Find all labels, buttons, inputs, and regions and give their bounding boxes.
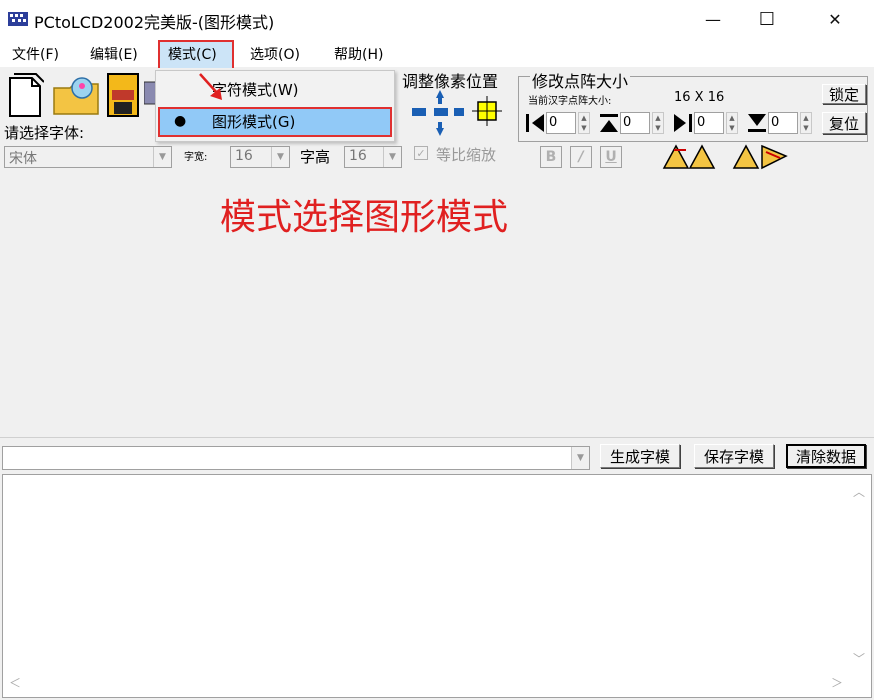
char-height-value: 16 bbox=[349, 148, 367, 164]
close-icon: ✕ bbox=[828, 9, 842, 29]
maximize-icon: ☐ bbox=[758, 8, 776, 30]
right-spin-arrows[interactable]: ▲ ▼ bbox=[726, 112, 738, 134]
save-output-button[interactable]: 保存字模 bbox=[694, 444, 774, 468]
menu-item-graphic-mode[interactable]: 图形模式(G) bbox=[212, 111, 295, 132]
window-title: PCtoLCD2002完美版-(图形模式) bbox=[34, 13, 275, 32]
font-select-value: 宋体 bbox=[9, 151, 37, 167]
font-select[interactable]: 宋体 ▼ bbox=[4, 146, 172, 168]
italic-button[interactable]: / bbox=[570, 146, 592, 168]
proportional-checkbox[interactable]: ✓ bbox=[414, 146, 428, 160]
output-select[interactable]: ▼ bbox=[2, 446, 590, 470]
rotate-icon[interactable] bbox=[662, 144, 716, 170]
bold-button[interactable]: B bbox=[540, 146, 562, 168]
char-width-value: 16 bbox=[235, 148, 253, 164]
shrink-top-icon bbox=[600, 114, 618, 132]
scroll-right-icon[interactable]: ＞ bbox=[831, 674, 843, 691]
char-width-label: 字宽: bbox=[184, 152, 208, 163]
clear-button[interactable]: 清除数据 bbox=[786, 444, 866, 468]
underline-button[interactable]: U bbox=[600, 146, 622, 168]
chevron-down-icon: ▼ bbox=[153, 147, 171, 167]
new-file-icon[interactable] bbox=[6, 72, 44, 118]
shrink-right-icon bbox=[674, 114, 692, 132]
pixel-arrows-icon[interactable] bbox=[410, 88, 502, 138]
title-bar: PCtoLCD2002完美版-(图形模式) — ☐ ✕ bbox=[0, 0, 874, 38]
char-height-label: 字高 bbox=[300, 148, 331, 166]
bottom-spin-arrows[interactable]: ▲ ▼ bbox=[800, 112, 812, 134]
scroll-up-icon[interactable]: ︿ bbox=[853, 483, 865, 500]
reset-button[interactable]: 复位 bbox=[822, 112, 866, 134]
open-folder-icon[interactable] bbox=[52, 72, 102, 118]
lock-button[interactable]: 锁定 bbox=[822, 84, 866, 104]
menu-options[interactable]: 选项(O) bbox=[250, 44, 300, 64]
select-font-label: 请选择字体: bbox=[4, 124, 85, 142]
app-icon bbox=[8, 12, 28, 26]
top-spin-arrows[interactable]: ▲ ▼ bbox=[652, 112, 664, 134]
current-size-value: 16 X 16 bbox=[674, 90, 725, 105]
shrink-left-icon bbox=[526, 114, 544, 132]
chevron-down-icon: ▼ bbox=[271, 147, 289, 167]
menu-edit[interactable]: 编辑(E) bbox=[90, 44, 138, 64]
close-button[interactable]: ✕ bbox=[812, 0, 858, 38]
minimize-icon: — bbox=[705, 9, 721, 29]
scroll-down-icon[interactable]: ﹀ bbox=[853, 650, 865, 667]
scroll-left-icon[interactable]: ＜ bbox=[9, 674, 21, 691]
dot-matrix-label: 修改点阵大小 bbox=[530, 68, 631, 92]
flip-icon[interactable] bbox=[732, 144, 788, 170]
left-spin-input[interactable]: 0 bbox=[546, 112, 576, 134]
bullet-icon: ● bbox=[174, 113, 187, 129]
menu-file[interactable]: 文件(F) bbox=[12, 44, 59, 64]
output-textarea[interactable]: ︿ ﹀ ＜ ＞ bbox=[2, 474, 872, 698]
bottom-spin-input[interactable]: 0 bbox=[768, 112, 798, 134]
minimize-button[interactable]: — bbox=[690, 0, 736, 38]
annotation-text: 模式选择图形模式 bbox=[220, 197, 509, 238]
left-spin-arrows[interactable]: ▲ ▼ bbox=[578, 112, 590, 134]
right-spin-input[interactable]: 0 bbox=[694, 112, 724, 134]
shrink-bottom-icon bbox=[748, 114, 766, 132]
maximize-button[interactable]: ☐ bbox=[744, 0, 790, 38]
mode-dropdown-menu: 字符模式(W) ● 图形模式(G) bbox=[155, 70, 395, 142]
chevron-down-icon: ▼ bbox=[571, 447, 589, 469]
menu-help[interactable]: 帮助(H) bbox=[334, 44, 383, 64]
arrow-annotation-icon bbox=[199, 73, 222, 100]
menu-mode[interactable]: 模式(C) bbox=[168, 44, 217, 64]
chevron-down-icon: ▼ bbox=[383, 147, 401, 167]
char-width-select[interactable]: 16 ▼ bbox=[230, 146, 290, 168]
save-icon[interactable] bbox=[106, 72, 140, 118]
current-size-label: 当前汉字点阵大小: bbox=[528, 96, 612, 107]
char-height-select[interactable]: 16 ▼ bbox=[344, 146, 402, 168]
generate-button[interactable]: 生成字模 bbox=[600, 444, 680, 468]
proportional-label: 等比缩放 bbox=[436, 146, 497, 164]
top-spin-input[interactable]: 0 bbox=[620, 112, 650, 134]
